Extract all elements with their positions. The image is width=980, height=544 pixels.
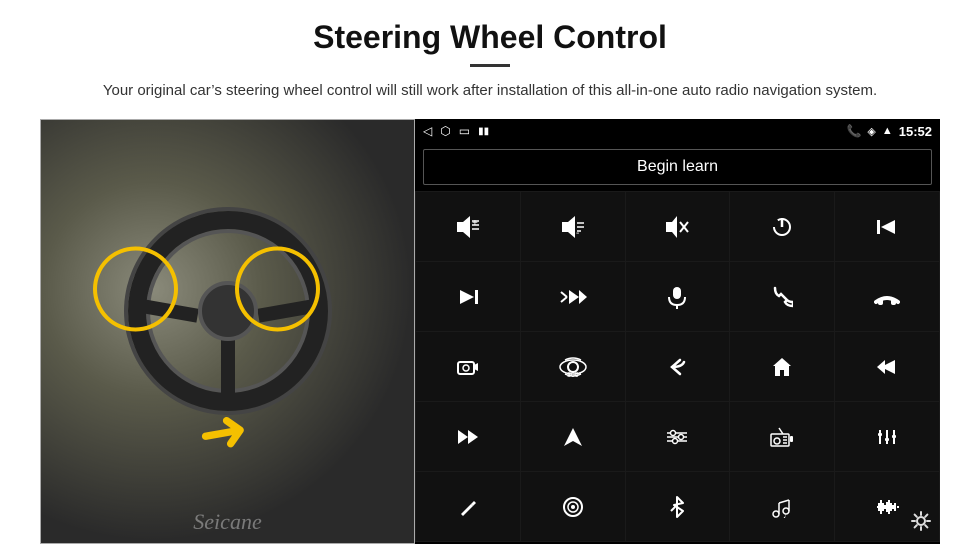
highlight-circle-left [93, 247, 178, 332]
page-container: Steering Wheel Control Your original car… [0, 0, 980, 544]
page-title: Steering Wheel Control [313, 18, 667, 56]
prev-track-button[interactable] [835, 192, 939, 261]
status-left: ◁ ⬡ ▭ ▮▮ [423, 124, 489, 138]
signal-icon: ▮▮ [478, 126, 489, 137]
navigate-button[interactable] [521, 402, 625, 471]
wifi-status-icon: ▲ [882, 125, 893, 137]
car-image: ➜ Seicane [40, 119, 415, 544]
home-button[interactable] [730, 332, 834, 401]
back-button[interactable] [626, 332, 730, 401]
status-right: 📞 ◈ ▲ 15:52 [846, 124, 932, 139]
svg-text:360°: 360° [567, 371, 582, 379]
highlight-circle-right [235, 247, 320, 332]
begin-learn-button[interactable]: Begin learn [423, 149, 932, 185]
call-button[interactable] [730, 262, 834, 331]
location-status-icon: ◈ [867, 125, 875, 138]
settings-icon-wrap[interactable] [910, 510, 932, 538]
edit-button[interactable] [416, 472, 520, 541]
bluetooth-button[interactable] [626, 472, 730, 541]
phone-status-icon: 📞 [846, 124, 861, 138]
fast-forward-button[interactable] [416, 402, 520, 471]
svg-text:+: + [472, 218, 478, 229]
status-bar: ◁ ⬡ ▭ ▮▮ 📞 ◈ ▲ 15:52 [415, 119, 940, 143]
skip-prev-button[interactable] [835, 332, 939, 401]
recents-nav-icon[interactable]: ▭ [459, 124, 470, 138]
mute-button[interactable] [626, 192, 730, 261]
android-panel: ◁ ⬡ ▭ ▮▮ 📞 ◈ ▲ 15:52 Begin learn [415, 119, 940, 544]
page-subtitle: Your original car’s steering wheel contr… [103, 79, 877, 103]
title-divider [470, 64, 510, 67]
hangup-button[interactable] [835, 262, 939, 331]
camera-button[interactable] [416, 332, 520, 401]
skip-fwd-button[interactable] [521, 262, 625, 331]
status-time: 15:52 [899, 124, 932, 139]
vol-up-button[interactable]: + [416, 192, 520, 261]
radio-button[interactable] [730, 402, 834, 471]
equalizer-button[interactable] [626, 402, 730, 471]
cam360-button[interactable]: 360° [521, 332, 625, 401]
sw-spoke-bottom [221, 339, 235, 394]
music-button[interactable]: ♩ [730, 472, 834, 541]
home-nav-icon[interactable]: ⬡ [440, 124, 450, 138]
eq-sliders-button[interactable] [835, 402, 939, 471]
next-button[interactable] [416, 262, 520, 331]
vol-down-button[interactable]: - [521, 192, 625, 261]
mic-button[interactable] [626, 262, 730, 331]
seicane-watermark: Seicane [193, 509, 261, 535]
svg-text:-: - [576, 228, 579, 238]
power-button[interactable] [730, 192, 834, 261]
controls-grid: + - [415, 191, 940, 542]
back-nav-icon[interactable]: ◁ [423, 124, 432, 138]
record-button[interactable] [521, 472, 625, 541]
svg-text:♩: ♩ [783, 511, 791, 518]
content-row: ➜ Seicane ◁ ⬡ ▭ ▮▮ 📞 ◈ ▲ 15:52 [40, 119, 940, 544]
